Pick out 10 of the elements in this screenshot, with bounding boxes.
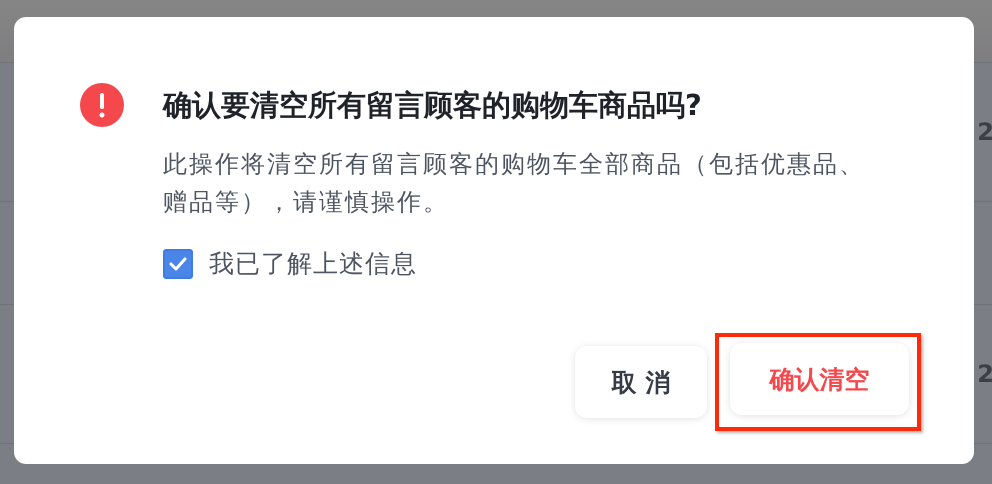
checkbox-label: 我已了解上述信息 [209, 248, 417, 280]
dialog-description: 此操作将清空所有留言顾客的购物车全部商品（包括优惠品、赠品等），请谨慎操作。 [163, 149, 866, 218]
table-cell: 2 [977, 360, 992, 388]
dialog-title: 确认要清空所有留言顾客的购物车商品吗? [163, 87, 703, 124]
confirm-button[interactable]: 确认清空 [730, 343, 909, 415]
warning-icon [80, 83, 124, 127]
checkbox[interactable] [163, 248, 193, 278]
cancel-button[interactable]: 取 消 [575, 346, 707, 418]
table-cell: 2 [977, 118, 992, 146]
check-icon [169, 256, 187, 270]
